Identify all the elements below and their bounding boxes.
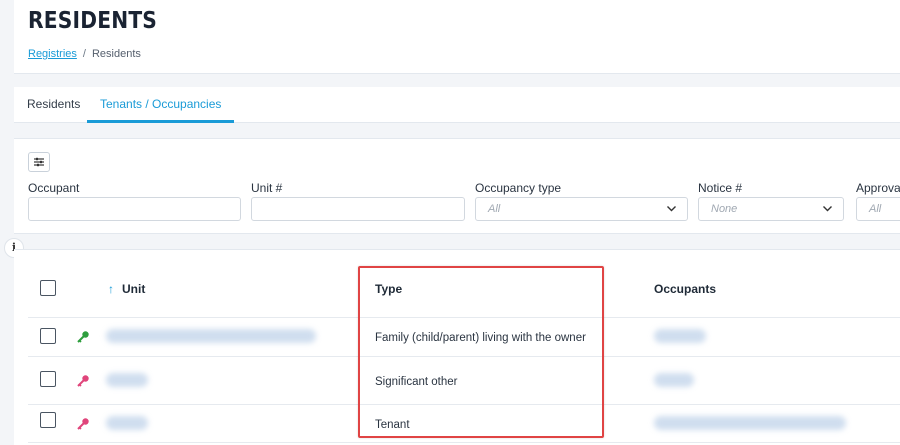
tab-residents[interactable]: Residents — [14, 87, 93, 123]
redacted-unit — [106, 329, 316, 343]
occupancy-type-value: All — [488, 203, 501, 215]
key-icon — [77, 331, 89, 343]
key-icon — [77, 375, 89, 387]
breadcrumb-current: Residents — [91, 48, 141, 60]
filter-toggle-button[interactable] — [28, 152, 50, 172]
unit-label: Unit # — [251, 181, 283, 195]
type-column-highlight — [358, 266, 604, 438]
unit-column-header[interactable]: ↑ Unit — [108, 282, 145, 296]
occupant-label: Occupant — [28, 181, 80, 195]
redacted-occupant — [654, 329, 706, 343]
approval-select[interactable]: All — [856, 197, 900, 221]
occupancy-type-label: Occupancy type — [475, 181, 562, 195]
page-title: RESIDENTS — [28, 8, 158, 34]
page-header: RESIDENTS Registries / Residents — [14, 0, 900, 74]
unit-header-label: Unit — [122, 282, 146, 296]
occupants-column-header[interactable]: Occupants — [654, 282, 716, 296]
breadcrumb-link-registries[interactable]: Registries — [28, 48, 77, 60]
row-divider — [28, 442, 900, 443]
breadcrumb: Registries / Residents — [28, 48, 141, 60]
approval-label: Approva — [856, 181, 900, 195]
row-checkbox[interactable] — [40, 328, 56, 344]
redacted-unit — [106, 373, 148, 387]
notice-select[interactable]: None — [698, 197, 844, 221]
key-icon — [77, 418, 89, 430]
redacted-unit — [106, 416, 148, 430]
filter-panel: Occupant Unit # Occupancy type All Notic… — [14, 138, 900, 234]
chevron-down-icon — [823, 206, 832, 212]
tabs-bar: Residents Tenants / Occupancies — [14, 87, 900, 123]
arrow-up-icon: ↑ — [108, 282, 114, 296]
select-all-checkbox[interactable] — [40, 280, 56, 296]
notice-label: Notice # — [698, 181, 743, 195]
redacted-occupant — [654, 373, 694, 387]
occupancy-type-select[interactable]: All — [475, 197, 688, 221]
occupant-input[interactable] — [28, 197, 241, 221]
row-checkbox[interactable] — [40, 412, 56, 428]
breadcrumb-separator: / — [82, 48, 86, 60]
redacted-occupant — [654, 416, 846, 430]
chevron-down-icon — [667, 206, 676, 212]
notice-value: None — [711, 203, 738, 215]
sliders-icon — [34, 157, 44, 167]
row-checkbox[interactable] — [40, 371, 56, 387]
tab-tenants-occupancies[interactable]: Tenants / Occupancies — [87, 87, 235, 123]
unit-input[interactable] — [251, 197, 465, 221]
